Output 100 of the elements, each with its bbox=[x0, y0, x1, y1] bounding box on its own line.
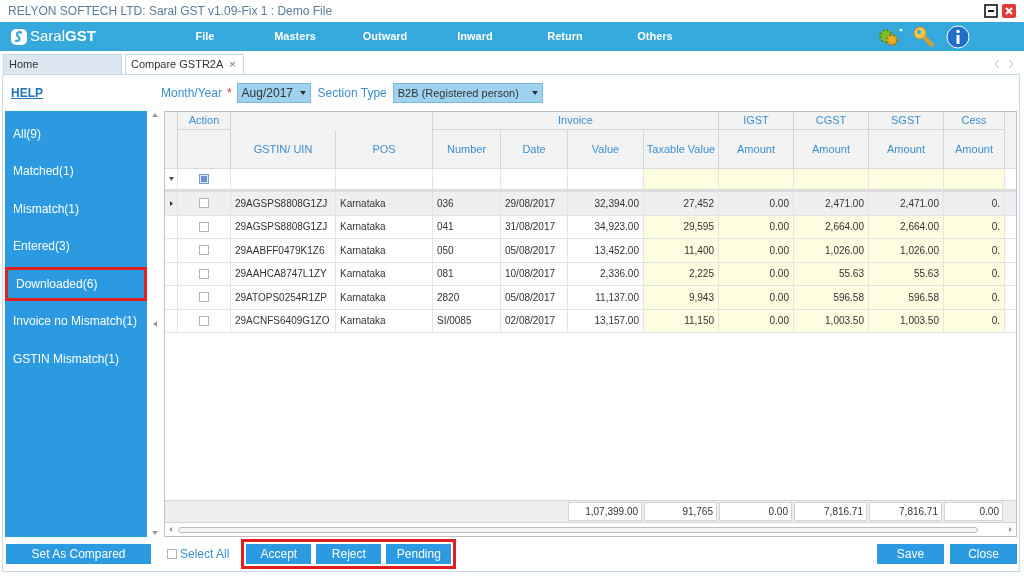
row-pointer-icon bbox=[169, 200, 173, 206]
filter-cell[interactable] bbox=[794, 169, 869, 189]
table-cell: Karnataka bbox=[336, 286, 433, 309]
scroll-right-icon[interactable] bbox=[1008, 60, 1014, 68]
table-row[interactable]: 29AGSPS8808G1ZJ Karnataka 036 29/08/2017 32,394.00 27,452 0.00 2,471.00 2,471.00 0. bbox=[165, 192, 1016, 216]
checkbox[interactable] bbox=[199, 198, 209, 209]
column-header[interactable]: Amount bbox=[869, 130, 944, 168]
scroll-left-icon[interactable] bbox=[169, 527, 172, 532]
table-cell: 55.63 bbox=[869, 262, 944, 285]
sidebar-item[interactable]: All(9) bbox=[5, 116, 147, 151]
tab[interactable]: Home bbox=[3, 54, 122, 74]
horizontal-scrollbar[interactable] bbox=[178, 526, 978, 533]
scroll-up-icon[interactable] bbox=[151, 113, 158, 117]
column-header[interactable]: Number bbox=[433, 130, 501, 168]
table-cell: 29AGSPS8808G1ZJ bbox=[231, 192, 336, 215]
help-link[interactable]: HELP bbox=[3, 84, 161, 102]
table-cell: 1,026.00 bbox=[869, 239, 944, 262]
table-row[interactable]: 29AGSPS8808G1ZJ Karnataka 041 31/08/2017 34,923.00 29,595 0.00 2,664.00 2,664.00 0. bbox=[165, 215, 1016, 239]
table-cell: 2820 bbox=[433, 286, 501, 309]
table-cell: 55.63 bbox=[794, 262, 869, 285]
key-icon[interactable] bbox=[912, 24, 936, 49]
menu-item[interactable]: Return bbox=[520, 28, 610, 45]
sidebar-item[interactable]: Downloaded(6) bbox=[5, 266, 147, 301]
action-button[interactable]: Reject bbox=[316, 544, 382, 564]
scroll-right-icon[interactable] bbox=[1009, 527, 1012, 532]
table-cell: Karnataka bbox=[336, 239, 433, 262]
column-header[interactable]: GSTIN/ UIN bbox=[231, 130, 336, 168]
checkbox[interactable] bbox=[199, 315, 209, 326]
column-group-header: IGST bbox=[719, 112, 794, 130]
gears-icon[interactable] bbox=[878, 26, 904, 47]
table-cell: 2,664.00 bbox=[869, 215, 944, 238]
checkbox[interactable] bbox=[199, 292, 209, 303]
column-header[interactable]: Date bbox=[501, 130, 568, 168]
column-header[interactable]: Amount bbox=[794, 130, 869, 168]
column-group-header: Invoice bbox=[433, 112, 719, 130]
column-header[interactable]: Amount bbox=[944, 130, 1005, 168]
table-row[interactable]: 29ACNFS6409G1ZO Karnataka SI/0085 02/08/2017 13,157.00 11,150 0.00 1,003.50 1,003.50 0. bbox=[165, 309, 1016, 333]
close-tab-icon[interactable]: × bbox=[229, 56, 236, 73]
table-cell: 596.58 bbox=[869, 286, 944, 309]
table-cell: 041 bbox=[433, 215, 501, 238]
sidebar-item[interactable]: Mismatch(1) bbox=[5, 191, 147, 226]
action-button[interactable]: Accept bbox=[246, 544, 312, 564]
checkbox[interactable] bbox=[199, 245, 209, 256]
sidebar-item[interactable]: Matched(1) bbox=[5, 154, 147, 188]
dropdown-icon bbox=[299, 91, 306, 95]
info-icon[interactable] bbox=[946, 24, 970, 49]
table-cell: 0.00 bbox=[719, 309, 794, 332]
table-cell: 32,394.00 bbox=[568, 192, 644, 215]
table-row[interactable]: 29ATOPS0254R1ZP Karnataka 2820 05/08/2017 11,137.00 9,943 0.00 596.58 596.58 0. bbox=[165, 286, 1016, 310]
column-header[interactable]: Taxable Value bbox=[644, 130, 719, 168]
table-row[interactable]: 29AAHCA8747L1ZY Karnataka 081 10/08/2017 2,336.00 2,225 0.00 55.63 55.63 0. bbox=[165, 262, 1016, 286]
column-group-header: Cess bbox=[944, 112, 1005, 130]
menu-item[interactable]: Inward bbox=[430, 28, 520, 45]
table-cell: 10/08/2017 bbox=[501, 262, 568, 285]
table-cell: 9,943 bbox=[644, 286, 719, 309]
table-row[interactable]: 29AABFF0479K1Z6 Karnataka 050 05/08/2017 13,452.00 11,400 0.00 1,026.00 1,026.00 0. bbox=[165, 239, 1016, 263]
sidebar-item[interactable]: Entered(3) bbox=[5, 229, 147, 263]
sidebar-item[interactable]: Invoice no Mismatch(1) bbox=[5, 304, 147, 338]
minimize-icon[interactable] bbox=[984, 4, 998, 18]
table-cell: 29/08/2017 bbox=[501, 192, 568, 215]
table-cell: 050 bbox=[433, 239, 501, 262]
filter-cell[interactable] bbox=[719, 169, 794, 189]
column-header[interactable]: Value bbox=[568, 130, 644, 168]
table-cell: 29AGSPS8808G1ZJ bbox=[231, 215, 336, 238]
required-marker: * bbox=[226, 85, 232, 102]
column-header[interactable]: Amount bbox=[719, 130, 794, 168]
column-group-header: CGST bbox=[794, 112, 869, 130]
table-cell: 0.00 bbox=[719, 192, 794, 215]
menu-item[interactable]: File bbox=[160, 28, 250, 45]
scroll-down-icon[interactable] bbox=[151, 531, 158, 535]
column-group-header: SGST bbox=[869, 112, 944, 130]
total-cell: 7,816.71 bbox=[794, 502, 867, 521]
menu-item[interactable]: Masters bbox=[250, 28, 340, 45]
section-type-dropdown[interactable]: B2B (Registered person) bbox=[392, 83, 543, 103]
select-all-checkbox[interactable]: Select All bbox=[167, 545, 230, 563]
tab[interactable]: Compare GSTR2A × bbox=[125, 54, 244, 74]
set-as-compared-button[interactable]: Set As Compared bbox=[6, 544, 151, 564]
filter-cell[interactable] bbox=[869, 169, 944, 189]
total-cell: 0.00 bbox=[944, 502, 1003, 521]
filter-icon[interactable] bbox=[168, 177, 174, 181]
checkbox[interactable] bbox=[199, 268, 209, 279]
filter-cell[interactable] bbox=[644, 169, 719, 189]
table-cell: 1,003.50 bbox=[869, 309, 944, 332]
checkbox[interactable] bbox=[199, 221, 209, 232]
table-cell: 2,471.00 bbox=[794, 192, 869, 215]
filter-cell[interactable] bbox=[944, 169, 1005, 189]
column-header[interactable]: POS bbox=[336, 130, 433, 168]
close-icon[interactable] bbox=[1002, 4, 1016, 18]
close-button[interactable]: Close bbox=[950, 544, 1017, 564]
sidebar-item[interactable]: GSTIN Mismatch(1) bbox=[5, 341, 147, 376]
month-year-dropdown[interactable]: Aug/2017 bbox=[236, 83, 311, 103]
action-button[interactable]: Pending bbox=[386, 544, 452, 564]
save-button[interactable]: Save bbox=[877, 544, 944, 564]
scroll-left-icon[interactable] bbox=[994, 60, 1000, 68]
table-cell: 2,664.00 bbox=[794, 215, 869, 238]
table-cell: 02/08/2017 bbox=[501, 309, 568, 332]
collapse-icon[interactable] bbox=[152, 321, 157, 327]
checkbox[interactable] bbox=[199, 174, 209, 184]
menu-item[interactable]: Outward bbox=[340, 28, 430, 45]
menu-item[interactable]: Others bbox=[610, 28, 700, 45]
